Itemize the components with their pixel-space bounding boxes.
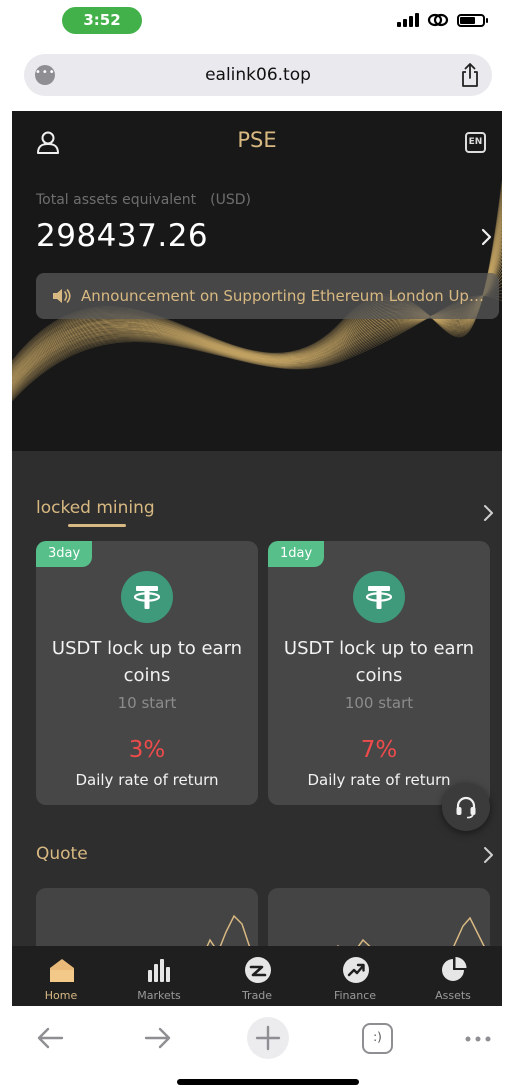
duration-badge: 1day	[268, 541, 325, 567]
chevron-right-icon[interactable]	[482, 504, 494, 522]
tabs-button[interactable]: :)	[358, 1018, 398, 1058]
battery-icon	[457, 13, 488, 27]
tab-markets[interactable]: Markets	[110, 946, 208, 1006]
link-icon	[427, 13, 449, 27]
locked-mining-title[interactable]: locked mining	[36, 498, 155, 518]
card-title: USDT lock up to earn coins	[283, 638, 475, 686]
app-page: PSE EN Total assets equivalent (USD) 298…	[12, 111, 502, 1006]
status-bar: 3:52	[0, 0, 515, 44]
share-icon[interactable]	[458, 62, 482, 88]
chevron-right-icon[interactable]	[480, 228, 492, 246]
address-bar[interactable]: ••• ealink06.top	[24, 54, 492, 96]
section-underline	[68, 524, 126, 527]
app-title: PSE	[237, 128, 277, 152]
browser-toolbar: :)	[0, 1006, 515, 1066]
card-title: USDT lock up to earn coins	[51, 638, 243, 686]
mining-card-2[interactable]: 1day USDT lock up to earn coins 100 star…	[268, 541, 490, 805]
signal-icon	[397, 13, 419, 27]
top-nav: PSE EN	[12, 111, 502, 171]
tab-finance[interactable]: Finance	[306, 946, 404, 1006]
card-start-amount: 100 start	[344, 694, 414, 712]
total-assets-value: 298437.26	[36, 218, 209, 254]
total-assets-label: Total assets equivalent (USD)	[36, 192, 251, 208]
customer-support-button[interactable]	[442, 783, 490, 831]
new-tab-icon[interactable]	[246, 1016, 290, 1060]
speaker-icon	[53, 289, 71, 303]
tab-home[interactable]: Home	[12, 946, 110, 1006]
home-icon	[50, 959, 74, 982]
hero-section: PSE EN Total assets equivalent (USD) 298…	[12, 111, 502, 451]
trend-arrow-icon	[343, 957, 369, 983]
status-time: 3:52	[62, 7, 142, 34]
forward-arrow-icon[interactable]	[138, 1018, 178, 1058]
tab-label: Trade	[241, 989, 273, 1002]
tab-label: Finance	[333, 989, 377, 1002]
announcement-bar[interactable]: Announcement on Supporting Ethereum Lond…	[36, 273, 499, 319]
headset-icon	[456, 796, 476, 819]
announcement-text[interactable]: Announcement on Supporting Ethereum Lond…	[81, 287, 486, 305]
back-arrow-icon[interactable]	[30, 1018, 70, 1058]
language-switch[interactable]: EN	[465, 132, 486, 153]
card-rate: 3%	[128, 737, 166, 763]
tab-label: Home	[44, 989, 78, 1002]
card-rate-label: Daily rate of return	[75, 771, 219, 789]
more-options-icon[interactable]	[458, 1018, 498, 1058]
chevron-right-icon[interactable]	[482, 846, 494, 864]
url-text[interactable]: ealink06.top	[24, 65, 492, 85]
tether-icon	[121, 571, 173, 623]
trade-icon	[245, 957, 271, 983]
card-start-amount: 10 start	[117, 694, 177, 712]
pie-chart-icon	[442, 957, 467, 981]
duration-badge: 3day	[36, 541, 93, 567]
tab-label: Assets	[435, 989, 471, 1002]
card-rate: 7%	[360, 737, 398, 763]
quote-title[interactable]: Quote	[36, 844, 88, 864]
status-icons	[397, 12, 488, 28]
mining-card-1[interactable]: 3day USDT lock up to earn coins 10 start…	[36, 541, 258, 805]
tab-assets[interactable]: Assets	[404, 946, 502, 1006]
home-indicator	[177, 1079, 359, 1085]
tether-icon	[353, 571, 405, 623]
tabs-count: :)	[373, 1030, 382, 1044]
tab-trade[interactable]: Trade	[208, 946, 306, 1006]
bottom-tab-bar: Home Markets Trade Finance Assets	[12, 946, 502, 1006]
bar-chart-icon	[148, 959, 170, 982]
tab-label: Markets	[137, 989, 181, 1002]
